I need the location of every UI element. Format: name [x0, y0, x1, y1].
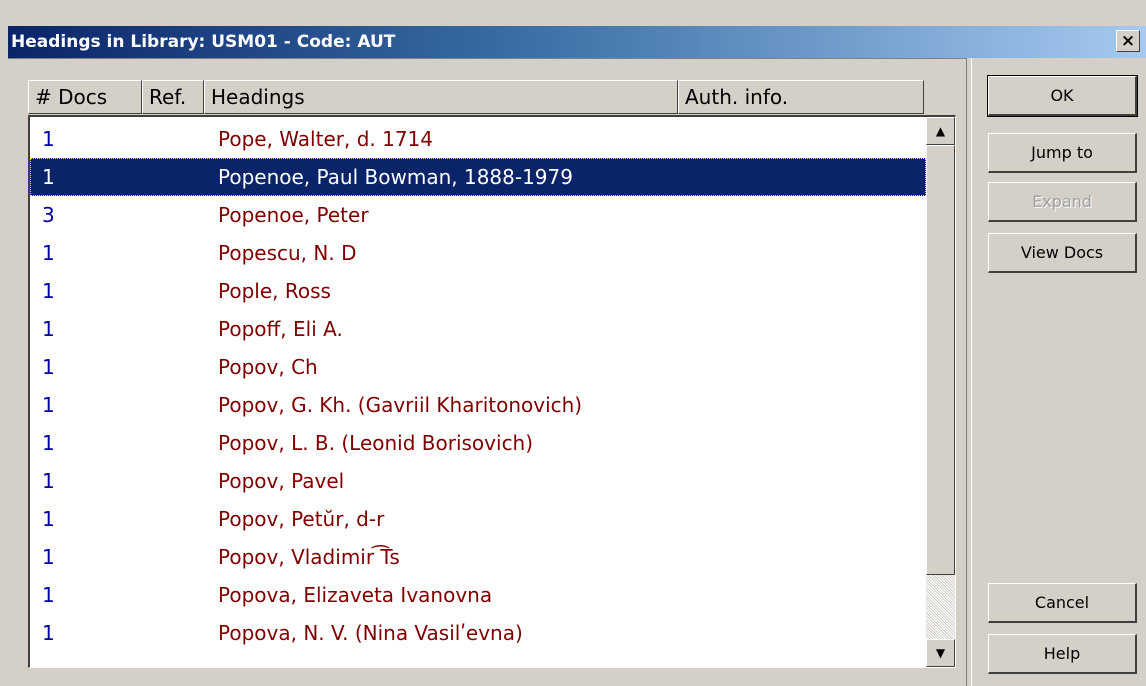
- docs-count: 1: [42, 469, 55, 493]
- headings-list[interactable]: 1 Pope, Walter, d. 1714 1 Popenoe, Paul Bow…: [28, 115, 956, 668]
- scroll-up-button[interactable]: ▲: [926, 117, 955, 145]
- scroll-down-button[interactable]: ▼: [926, 639, 955, 667]
- triangle-down-icon: ▼: [935, 646, 946, 660]
- expand-button-label: Expand: [1032, 192, 1092, 211]
- list-item[interactable]: 1 Pope, Walter, d. 1714: [30, 120, 926, 158]
- help-button-label: Help: [1043, 644, 1081, 663]
- docs-count: 1: [42, 545, 55, 569]
- ok-button-label: OK: [1050, 86, 1074, 105]
- docs-count: 1: [42, 621, 55, 645]
- list-item[interactable]: 3 Popenoe, Peter: [30, 196, 926, 234]
- view-docs-button-label: View Docs: [1020, 243, 1104, 262]
- heading-text: Popescu, N. D: [218, 241, 357, 265]
- docs-count: 1: [42, 279, 55, 303]
- vertical-scrollbar[interactable]: ▲ ▼: [926, 117, 955, 667]
- list-item[interactable]: 1 Popescu, N. D: [30, 234, 926, 272]
- list-item[interactable]: 1 Popov, Pavel: [30, 462, 926, 500]
- heading-text: Popoff, Eli A.: [218, 317, 343, 341]
- column-docs-label: # Docs: [35, 85, 108, 109]
- docs-count: 1: [42, 431, 55, 455]
- expand-button[interactable]: Expand: [988, 182, 1137, 222]
- list-item[interactable]: 1 Popov, Ch: [30, 348, 926, 386]
- heading-text: Popova, Elizaveta Ivanovna: [218, 583, 493, 607]
- column-docs[interactable]: # Docs: [28, 80, 142, 114]
- list-item[interactable]: 1 Pople, Ross: [30, 272, 926, 310]
- scroll-thumb[interactable]: [926, 145, 955, 575]
- list-item[interactable]: 1 Popov, G. Kh. (Gavriil Kharitonovich): [30, 386, 926, 424]
- column-ref[interactable]: Ref.: [142, 80, 204, 114]
- heading-text: Popov, Petŭr, d-r: [218, 507, 385, 531]
- heading-text: Popov, Vladimir ͡Ts: [218, 545, 400, 569]
- list-item[interactable]: 1 Popov, Vladimir ͡Ts: [30, 538, 926, 576]
- docs-count: 1: [42, 393, 55, 417]
- column-headings[interactable]: Headings: [204, 80, 678, 114]
- column-header: # Docs Ref. Headings Auth. info.: [28, 80, 924, 114]
- jump-to-button-label: Jump to: [1031, 143, 1093, 162]
- window-title: Headings in Library: USM01 - Code: AUT: [11, 32, 396, 52]
- docs-count: 1: [42, 507, 55, 531]
- window-titlebar: Headings in Library: USM01 - Code: AUT ×: [8, 26, 1146, 58]
- help-button[interactable]: Help: [988, 634, 1137, 674]
- docs-count: 1: [42, 317, 55, 341]
- list-item[interactable]: 1 Popoff, Eli A.: [30, 310, 926, 348]
- list-item[interactable]: 1 Popov, L. B. (Leonid Borisovich): [30, 424, 926, 462]
- view-docs-button[interactable]: View Docs: [988, 233, 1137, 273]
- column-ref-label: Ref.: [149, 85, 187, 109]
- cancel-button[interactable]: Cancel: [988, 583, 1137, 623]
- pane-divider: [966, 58, 972, 686]
- docs-count: 3: [42, 203, 55, 227]
- heading-text: Popov, Ch: [218, 355, 318, 379]
- list-item[interactable]: 1 Popov, Petŭr, d-r: [30, 500, 926, 538]
- docs-count: 1: [42, 241, 55, 265]
- close-button[interactable]: ×: [1116, 30, 1140, 52]
- heading-text: Popenoe, Peter: [218, 203, 369, 227]
- docs-count: 1: [42, 165, 55, 189]
- list-item[interactable]: 1 Popova, Elizaveta Ivanovna: [30, 576, 926, 614]
- docs-count: 1: [42, 583, 55, 607]
- column-headings-label: Headings: [211, 85, 305, 109]
- heading-text: Popova, N. V. (Nina Vasilʹevna): [218, 621, 523, 645]
- heading-text: Popenoe, Paul Bowman, 1888-1979: [218, 165, 573, 189]
- list-item[interactable]: 1 Popenoe, Paul Bowman, 1888-1979: [30, 158, 926, 196]
- column-auth-info-label: Auth. info.: [685, 85, 789, 109]
- jump-to-button[interactable]: Jump to: [988, 133, 1137, 173]
- triangle-up-icon: ▲: [935, 124, 946, 138]
- cancel-button-label: Cancel: [1034, 593, 1090, 612]
- docs-count: 1: [42, 127, 55, 151]
- list-item[interactable]: 1 Popova, N. V. (Nina Vasilʹevna): [30, 614, 926, 652]
- heading-text: Popov, G. Kh. (Gavriil Kharitonovich): [218, 393, 583, 417]
- heading-text: Popov, L. B. (Leonid Borisovich): [218, 431, 534, 455]
- ok-button[interactable]: OK: [987, 75, 1138, 117]
- close-icon: ×: [1120, 31, 1136, 51]
- heading-text: Popov, Pavel: [218, 469, 345, 493]
- heading-text: Pople, Ross: [218, 279, 331, 303]
- column-auth-info[interactable]: Auth. info.: [678, 80, 924, 114]
- docs-count: 1: [42, 355, 55, 379]
- heading-text: Pope, Walter, d. 1714: [218, 127, 433, 151]
